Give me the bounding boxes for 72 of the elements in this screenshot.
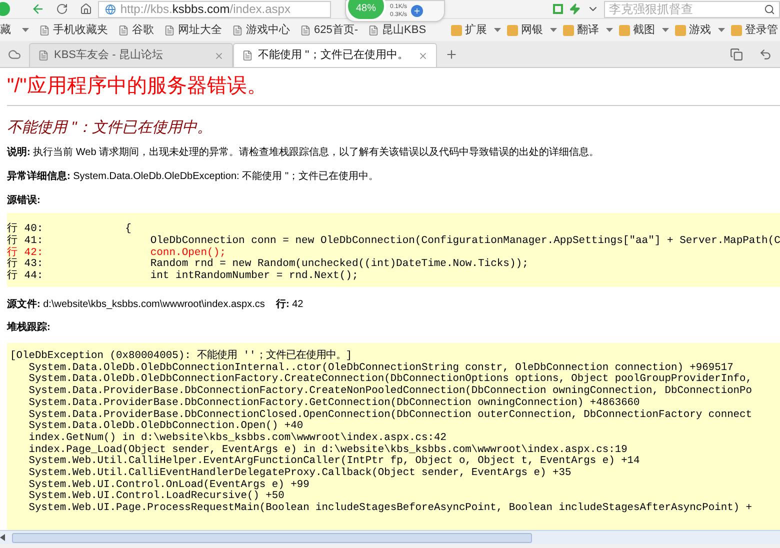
page-icon [164, 24, 175, 36]
app-icon [451, 24, 462, 36]
app-icon [563, 24, 574, 36]
toolbar-menu-item[interactable]: 游戏 [675, 22, 725, 38]
bookmark-link[interactable]: 谷歌 [118, 22, 154, 38]
add-icon[interactable] [411, 5, 424, 17]
page-icon [368, 24, 380, 36]
bookmark-link[interactable]: 手机收藏夹 [39, 22, 108, 38]
exception-details-text: 异常详细信息: System.Data.OleDb.OleDbException: 不能使用 ''；文件已在使用中。 [7, 170, 380, 183]
code-line: 行 40: { [7, 224, 132, 235]
page-icon [232, 24, 243, 36]
stack-trace-line: System.Data.OleDb.OleDbConnectionInternal..ctor(OleDbConnectionString constr, OleDbConnection connection) +969517 [28, 362, 734, 374]
page-icon [118, 24, 129, 36]
close-icon[interactable] [214, 50, 224, 60]
bookmark-link[interactable]: 网址大全 [164, 22, 222, 38]
page-icon [38, 50, 49, 61]
search-input[interactable]: 李克强狠抓督查 [609, 0, 764, 18]
toolbar-menu-item[interactable]: 网银 [507, 22, 557, 38]
cloud-icon[interactable] [8, 48, 21, 61]
stack-trace-line: System.Web.Util.CalliHelper.EventArgFunctionCaller(IntPtr fp, Object o, Object t, EventArgs e) +14 [28, 456, 641, 468]
horizontal-scrollbar[interactable] [0, 530, 780, 544]
app-icon [675, 24, 686, 36]
app-icon [731, 24, 742, 36]
address-bar[interactable]: http://kbs.ksbbs.com/index.aspx [98, 0, 331, 18]
stack-trace-line: System.Web.Util.CalliEventHandlerDelegateProxy.Callback(Object sender, EventArgs e) +35 [28, 468, 572, 480]
app-icon [507, 24, 518, 36]
new-tab-icon[interactable] [445, 48, 458, 61]
description-text: 说明: 执行当前 Web 请求期间，出现未处理的异常。请检查堆栈跟踪信息，以了解有关该错误以及代码中导致错误的出处的详细信息。 [7, 146, 600, 159]
stack-trace-line: System.Web.UI.Control.LoadRecursive() +50 [28, 491, 286, 502]
bookmark-link[interactable]: 游戏中心 [232, 22, 290, 38]
page-icon [39, 24, 50, 36]
bookmark-link[interactable]: 藏 [0, 22, 29, 38]
search-field[interactable]: 李克强狠抓督查 [604, 0, 780, 18]
undo-icon[interactable] [759, 48, 772, 61]
code-line: 行 43: Random rnd = new Random(unchecked((int)DateTime.Now.Ticks)); [7, 259, 530, 270]
source-error-label: 源错误: [7, 194, 42, 207]
lightning-icon[interactable] [568, 3, 580, 15]
url-text: http://kbs.ksbbs.com/index.aspx [120, 1, 290, 18]
scrollbar-thumb[interactable] [12, 532, 532, 542]
source-file-text: 源文件: d:\website\kbs_ksbbs.com\wwwroot\index.aspx.cs 行: 42 [7, 298, 304, 311]
globe-icon [105, 4, 116, 14]
search-icon[interactable] [764, 4, 776, 14]
browser-tab[interactable]: KBS车友会 - 昆山论坛 [29, 43, 233, 67]
app-icon [619, 24, 630, 36]
stack-trace-line: System.Data.ProviderBase.DbConnectionClosed.OpenConnection(DbConnection outerConnection, DbConnectionFactory connect [28, 410, 754, 420]
error-heading: 不能使用 ''：文件已在使用中。 [7, 119, 213, 137]
stack-trace-line: System.Data.OleDb.OleDbConnection.Open() +40 [28, 421, 304, 432]
stack-trace-line: System.Data.ProviderBase.DbConnectionFactory.GetConnection(DbConnection owningConnection) +4863660 [28, 398, 641, 410]
toolbar-menu-item[interactable]: 登录管 [731, 22, 778, 38]
close-icon[interactable] [418, 50, 428, 60]
stack-trace-line: System.Data.ProviderBase.DbConnectionFactory.CreateNonPooledConnection(DbConnection owningConnection, DbConnectionPo [28, 386, 754, 398]
page-icon [300, 24, 311, 36]
stack-trace-line: System.Data.OleDb.OleDbConnectionFactory.CreateConnection(DbConnectionOptions options, Object poolGroupProviderInfo, [28, 374, 754, 386]
stack-trace-line: index.GetNum() in d:\website\kbs_ksbbs.com\wwwroot\index.aspx.cs:42 [28, 432, 448, 444]
stack-trace-label: 堆栈跟踪: [7, 320, 52, 334]
stack-trace-line: index.Page_Load(Object sender, EventArgs e) in d:\website\kbs_ksbbs.com\wwwroot\index.aspx.cs:19 [28, 444, 628, 456]
toolbar-menu-item[interactable]: 扩展 [451, 22, 501, 38]
code-line: 行 44: int intRandomNumber = rnd.Next(); [7, 271, 360, 283]
toolbar-menu-item[interactable]: 截图 [619, 22, 669, 38]
windows-icon[interactable] [730, 48, 743, 61]
code-line: 行 42: conn.Open(); [7, 248, 227, 259]
stack-trace-line: [OleDbException (0x80004005): 不能使用 ''；文件已在使用中。] [10, 350, 354, 362]
bookmark-link[interactable]: 625首页- [300, 22, 358, 38]
code-line: 行 41: OleDbConnection conn = new OleDbConnection(ConfigurationManager.AppSettings["aa"] + Server.MapPath(C [7, 236, 780, 247]
stack-trace-line: System.Web.UI.Control.OnLoad(EventArgs e) +99 [28, 480, 310, 491]
page-icon [242, 50, 253, 61]
scroll-left-icon[interactable] [0, 534, 5, 541]
stack-trace-line: System.Web.UI.Page.ProcessRequestMain(Boolean includeStagesBeforeAsyncPoint, Boolean includeStagesAfterAsyncPoint) + [28, 503, 754, 515]
bookmark-link[interactable]: 昆山KBS [368, 22, 426, 38]
page-title: "/"应用程序中的服务器错误。 [7, 74, 268, 98]
browser-tab[interactable]: 不能使用 ''；文件已在使用中。 [233, 43, 437, 67]
toolbar-menu-item[interactable]: 翻译 [563, 22, 613, 38]
